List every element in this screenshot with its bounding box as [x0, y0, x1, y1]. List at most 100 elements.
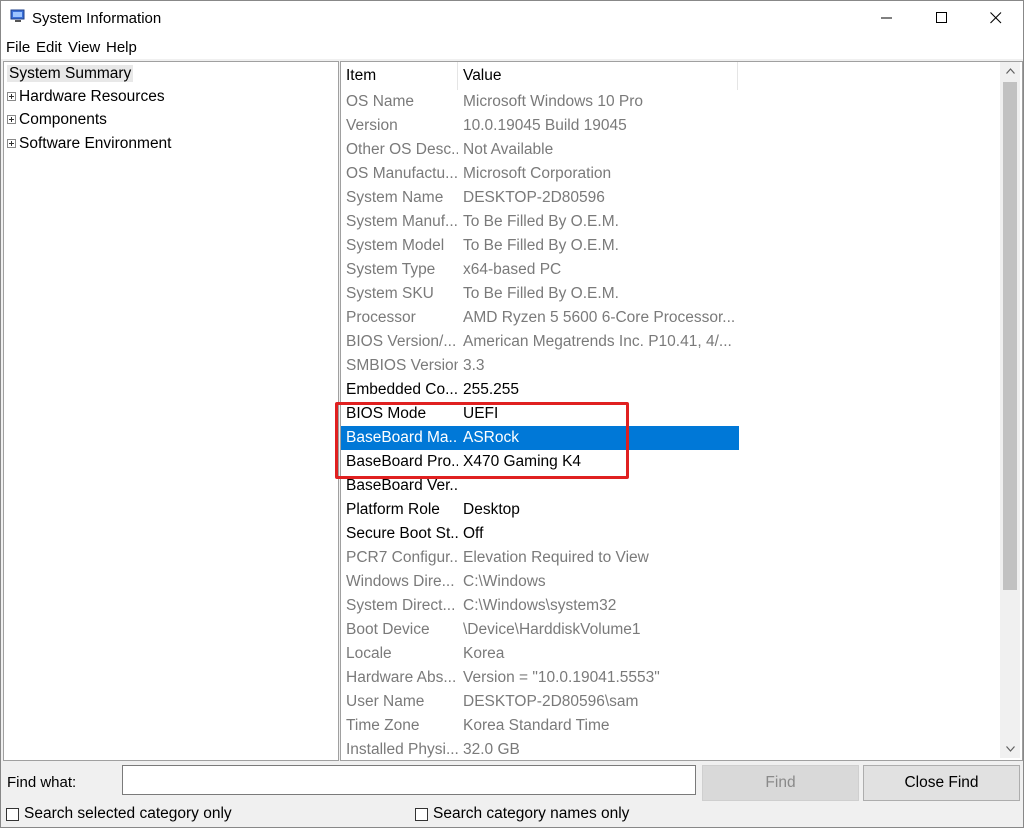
cell-item: Embedded Co... [346, 381, 458, 398]
search-selected-category-checkbox[interactable]: Search selected category only [6, 805, 232, 823]
table-row[interactable]: Embedded Co... 255.255 [341, 378, 739, 402]
cell-item: Windows Dire... [346, 573, 455, 590]
column-header-value[interactable]: Value [458, 62, 738, 90]
cell-item: Platform Role [346, 501, 440, 518]
cell-value: To Be Filled By O.E.M. [463, 237, 619, 254]
maximize-button[interactable] [919, 1, 965, 35]
cell-value: C:\Windows\system32 [463, 597, 617, 614]
table-row[interactable]: Windows Dire... C:\Windows [341, 570, 739, 594]
cell-value: C:\Windows [463, 573, 546, 590]
menu-view[interactable]: View [68, 39, 100, 56]
table-row[interactable]: Processor AMD Ryzen 5 5600 6-Core Process… [341, 306, 739, 330]
table-row[interactable]: Installed Physi... 32.0 GB [341, 738, 739, 762]
cell-item: OS Manufactu... [346, 165, 458, 182]
cell-item: Locale [346, 645, 392, 662]
tree-item-label: Hardware Resources [19, 88, 165, 105]
table-row[interactable]: Secure Boot St... Off [341, 522, 739, 546]
table-row[interactable]: OS Name Microsoft Windows 10 Pro [341, 90, 739, 114]
menu-edit[interactable]: Edit [36, 39, 62, 56]
checkbox-label: Search selected category only [24, 805, 232, 822]
cell-value: Microsoft Windows 10 Pro [463, 93, 644, 110]
checkbox-box[interactable] [6, 807, 19, 821]
table-row[interactable]: User Name DESKTOP-2D80596\sam [341, 690, 739, 714]
cell-value: Desktop [463, 501, 520, 518]
cell-value: 32.0 GB [463, 741, 520, 758]
table-row[interactable]: PCR7 Configur... Elevation Required to Vi… [341, 546, 739, 570]
expand-icon[interactable] [7, 115, 16, 124]
cell-item: System Manuf... [346, 213, 458, 230]
find-button[interactable]: Find [702, 765, 859, 801]
window-title: System Information [32, 10, 162, 27]
table-row[interactable]: System SKU To Be Filled By O.E.M. [341, 282, 739, 306]
table-row[interactable]: Other OS Desc... Not Available [341, 138, 739, 162]
cell-item: Secure Boot St... [346, 525, 458, 542]
cell-value: To Be Filled By O.E.M. [463, 213, 619, 230]
checkbox-label: Search category names only [433, 805, 630, 822]
cell-item: Boot Device [346, 621, 430, 638]
cell-item: User Name [346, 693, 425, 710]
table-row[interactable]: OS Manufactu... Microsoft Corporation [341, 162, 739, 186]
table-row[interactable]: Time Zone Korea Standard Time [341, 714, 739, 738]
cell-value: Korea [463, 645, 505, 662]
cell-value: \Device\HarddiskVolume1 [463, 621, 641, 638]
table-row[interactable]: Locale Korea [341, 642, 739, 666]
table-row[interactable]: Version 10.0.19045 Build 19045 [341, 114, 739, 138]
table-row[interactable]: BIOS Version/... American Megatrends Inc.… [341, 330, 739, 354]
cell-value: Off [463, 525, 484, 542]
table-row[interactable]: Hardware Abs... Version = "10.0.19041.555… [341, 666, 739, 690]
table-row[interactable]: System Name DESKTOP-2D80596 [341, 186, 739, 210]
search-category-names-checkbox[interactable]: Search category names only [415, 805, 629, 823]
table-row[interactable]: Boot Device \Device\HarddiskVolume1 [341, 618, 739, 642]
cell-value: AMD Ryzen 5 5600 6-Core Processor... [463, 309, 735, 326]
table-row[interactable]: Platform Role Desktop [341, 498, 739, 522]
cell-item: Version [346, 117, 398, 134]
checkbox-box[interactable] [415, 807, 428, 821]
close-find-button[interactable]: Close Find [863, 765, 1020, 801]
cell-item: System Name [346, 189, 444, 206]
cell-value: 255.255 [463, 381, 520, 398]
expand-icon[interactable] [7, 139, 16, 148]
cell-item: BIOS Version/... [346, 333, 457, 350]
scroll-down-button[interactable] [1000, 740, 1020, 758]
expand-icon[interactable] [7, 92, 16, 101]
vertical-scrollbar[interactable] [1000, 62, 1020, 758]
scroll-up-button[interactable] [1000, 62, 1020, 80]
cell-value: 3.3 [463, 357, 485, 374]
find-what-input[interactable] [122, 765, 696, 795]
minimize-button[interactable] [864, 1, 910, 35]
table-row[interactable]: System Type x64-based PC [341, 258, 739, 282]
menu-bar: File Edit View Help [1, 35, 1023, 59]
tree-item-components[interactable]: Components [7, 109, 107, 131]
tree-item-label: Software Environment [19, 135, 172, 152]
cell-value: Not Available [463, 141, 554, 158]
system-info-icon [10, 9, 25, 22]
cell-item: Time Zone [346, 717, 420, 734]
table-row[interactable]: System Manuf... To Be Filled By O.E.M. [341, 210, 739, 234]
scroll-up-icon [1005, 68, 1015, 74]
cell-value: American Megatrends Inc. P10.41, 4/... [463, 333, 732, 350]
close-icon [990, 12, 1002, 24]
system-information-window: System Information File Edit View Help S… [0, 0, 1024, 828]
cell-item: Processor [346, 309, 416, 326]
scroll-thumb[interactable] [1003, 82, 1017, 590]
cell-value: DESKTOP-2D80596\sam [463, 693, 639, 710]
cell-value: Version = "10.0.19041.5553" [463, 669, 660, 686]
tree-item-label: System Summary [7, 65, 134, 82]
close-button[interactable] [973, 1, 1019, 35]
table-row[interactable]: System Model To Be Filled By O.E.M. [341, 234, 739, 258]
title-bar: System Information [1, 1, 1023, 35]
cell-item: OS Name [346, 93, 415, 110]
menu-file[interactable]: File [6, 39, 30, 56]
table-row[interactable]: SMBIOS Version 3.3 [341, 354, 739, 378]
cell-value: x64-based PC [463, 261, 562, 278]
cell-item: PCR7 Configur... [346, 549, 458, 566]
tree-item-hardware-resources[interactable]: Hardware Resources [7, 86, 165, 108]
maximize-icon [936, 12, 947, 23]
cell-value: DESKTOP-2D80596 [463, 189, 605, 206]
tree-item-system-summary[interactable]: System Summary [7, 63, 134, 85]
cell-item: Installed Physi... [346, 741, 458, 758]
tree-item-software-environment[interactable]: Software Environment [7, 133, 172, 155]
column-header-item[interactable]: Item [341, 62, 458, 90]
table-row[interactable]: System Direct... C:\Windows\system32 [341, 594, 739, 618]
menu-help[interactable]: Help [106, 39, 137, 56]
